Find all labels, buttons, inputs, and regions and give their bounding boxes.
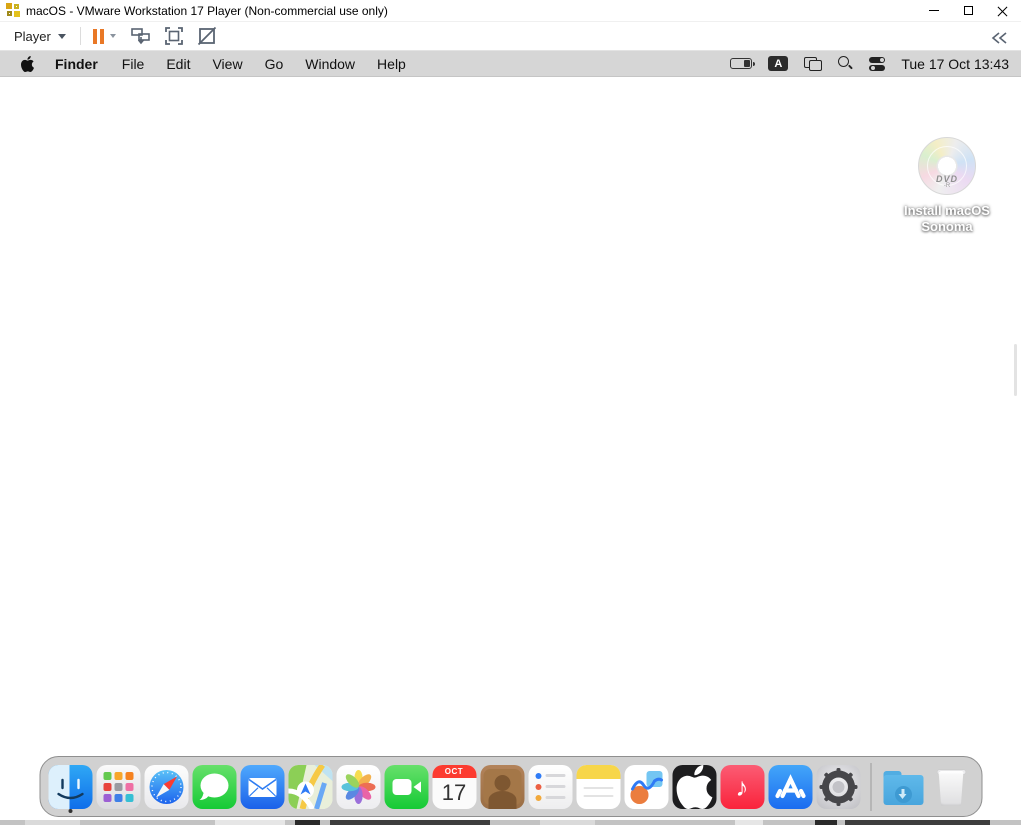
facetime-icon [384, 765, 428, 809]
macos-menubar: Finder File Edit View Go Window Help A T… [0, 51, 1021, 77]
apple-logo-icon [672, 765, 716, 809]
fullscreen-icon [164, 26, 184, 46]
send-ctrl-alt-del-button[interactable] [129, 24, 153, 48]
dock-item-freeform[interactable] [624, 763, 668, 811]
menubar-clock[interactable]: Tue 17 Oct 13:43 [901, 56, 1009, 72]
contacts-icon [480, 765, 524, 809]
player-menu-button[interactable]: Player [8, 26, 72, 47]
dvd-disc-icon: DVD -R [918, 137, 976, 195]
menubar-item-window[interactable]: Window [294, 56, 366, 72]
fullscreen-button[interactable] [162, 24, 186, 48]
dvd-disc-subtext: -R [919, 183, 975, 189]
safari-icon [144, 765, 188, 809]
notes-icon [576, 765, 620, 809]
reminders-icon [528, 765, 572, 809]
calendar-day-label: 17 [432, 778, 476, 809]
unity-mode-button[interactable] [195, 24, 219, 48]
desktop-icon-label: Install macOS Sonoma [899, 203, 995, 235]
minimize-button[interactable] [917, 0, 951, 21]
menubar-item-finder[interactable]: Finder [42, 56, 111, 72]
system-settings-icon [816, 765, 860, 809]
toolbar-divider [80, 27, 81, 45]
calendar-icon: OCT 17 [432, 765, 476, 809]
collapse-toolbar-icon [990, 31, 1008, 45]
music-note-glyph: ♪ [736, 774, 749, 800]
close-button[interactable] [985, 0, 1019, 21]
apple-logo-icon [21, 56, 34, 72]
apple-tv-icon: tv [672, 765, 716, 809]
finder-icon [48, 765, 92, 809]
dock-item-downloads[interactable] [881, 763, 925, 811]
desktop: DVD -R Install macOS Sonoma [0, 77, 1021, 820]
dock-item-tv[interactable]: tv [672, 763, 716, 811]
calendar-month-label: OCT [432, 765, 476, 778]
messages-icon [192, 765, 236, 809]
collapse-toolbar-button[interactable] [987, 26, 1011, 50]
vmware-toolbar: Player [0, 21, 1021, 51]
app-store-icon [768, 765, 812, 809]
apple-menu-button[interactable] [12, 56, 42, 72]
downloads-folder-icon [881, 765, 925, 809]
photos-icon [336, 765, 380, 809]
dock-item-messages[interactable] [192, 763, 236, 811]
dock-item-trash[interactable] [929, 763, 973, 811]
desktop-icon-install-macos-sonoma[interactable]: DVD -R Install macOS Sonoma [899, 137, 995, 235]
menubar-item-help[interactable]: Help [366, 56, 417, 72]
freeform-icon [624, 765, 668, 809]
battery-icon[interactable] [730, 58, 752, 69]
input-source-badge[interactable]: A [768, 56, 788, 71]
menubar-item-file[interactable]: File [111, 56, 156, 72]
host-screen-fragment [0, 820, 1021, 825]
dock-item-appstore[interactable] [768, 763, 812, 811]
dock-item-photos[interactable] [336, 763, 380, 811]
send-ctrl-alt-del-icon [131, 27, 151, 45]
dock-item-calendar[interactable]: OCT 17 [432, 763, 476, 811]
gear-icon [816, 765, 860, 809]
minimize-icon [929, 10, 939, 11]
dock-item-launchpad[interactable] [96, 763, 140, 811]
vmware-app-icon [6, 3, 21, 18]
chevron-down-icon [58, 34, 66, 39]
dock-item-maps[interactable] [288, 763, 332, 811]
window-title: macOS - VMware Workstation 17 Player (No… [26, 4, 388, 18]
scrollbar[interactable] [1014, 344, 1017, 396]
dock-item-safari[interactable] [144, 763, 188, 811]
music-icon: ♪ [720, 765, 764, 809]
running-indicator-dot [68, 809, 72, 813]
suspend-vm-button[interactable] [89, 27, 120, 46]
player-menu-label: Player [14, 29, 51, 44]
maps-icon [288, 765, 332, 809]
control-center-icon[interactable] [869, 57, 885, 71]
maximize-button[interactable] [951, 0, 985, 21]
vm-display: Finder File Edit View Go Window Help A T… [0, 51, 1021, 820]
menubar-item-view[interactable]: View [201, 56, 253, 72]
close-icon [997, 5, 1008, 16]
maximize-icon [964, 6, 973, 15]
mail-icon [240, 765, 284, 809]
stacked-windows-icon[interactable] [804, 57, 822, 71]
dock-item-music[interactable]: ♪ [720, 763, 764, 811]
dock-item-finder[interactable] [48, 763, 92, 811]
dock-item-facetime[interactable] [384, 763, 428, 811]
dock-item-system-settings[interactable] [816, 763, 860, 811]
suspend-pause-icon [93, 29, 104, 44]
dock-item-contacts[interactable] [480, 763, 524, 811]
dock-separator [870, 763, 871, 811]
dock: OCT 17 [39, 756, 982, 817]
dock-item-mail[interactable] [240, 763, 284, 811]
trash-icon [929, 765, 973, 809]
chevron-down-icon [110, 34, 116, 38]
dock-item-reminders[interactable] [528, 763, 572, 811]
unity-mode-icon [197, 26, 217, 46]
menubar-item-go[interactable]: Go [254, 56, 295, 72]
dock-item-notes[interactable] [576, 763, 620, 811]
window-titlebar: macOS - VMware Workstation 17 Player (No… [0, 0, 1021, 21]
spotlight-search-icon[interactable] [838, 56, 853, 71]
launchpad-icon [96, 765, 140, 809]
menubar-item-edit[interactable]: Edit [155, 56, 201, 72]
